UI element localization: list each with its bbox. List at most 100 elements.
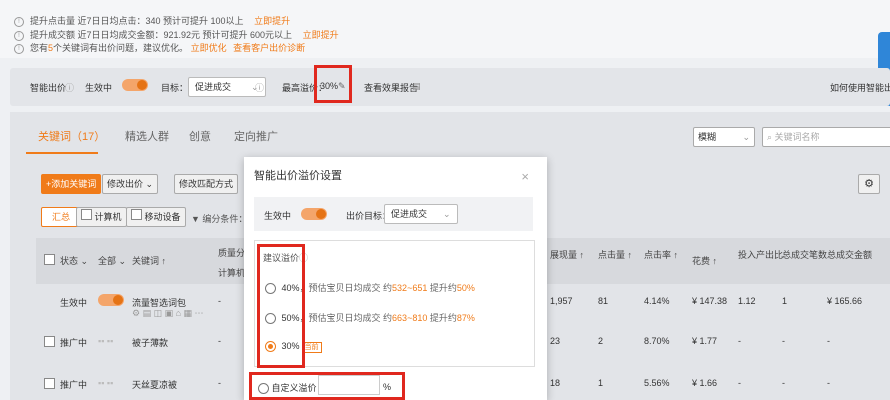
bid-diagnosis-link[interactable]: 查看客户出价诊断 — [233, 43, 305, 53]
row-roi: - — [738, 336, 741, 346]
effect-report-link[interactable]: 查看效果报告 — [364, 81, 418, 94]
modal-status-panel: 生效中 出价目标： 促进成交 ⌄ — [254, 197, 533, 231]
option-range: 663~810 — [392, 313, 428, 323]
highlight-box — [314, 65, 352, 103]
row-toggle[interactable] — [98, 294, 124, 306]
row-checkbox[interactable] — [44, 378, 55, 391]
select-all-checkbox[interactable] — [44, 254, 55, 267]
option-lift: 50% — [456, 283, 475, 293]
keyword-search-input[interactable]: ⌕ 关键词名称 — [762, 127, 890, 147]
help-icon[interactable]: ⓘ — [255, 81, 264, 94]
add-keyword-button[interactable]: +添加关键词 — [41, 174, 102, 194]
tab-targeting[interactable]: 定向推广 — [234, 128, 278, 144]
col-quality-sub: 计算机 — [218, 268, 246, 278]
col-total-deals[interactable]: 总成交笔数 — [782, 248, 827, 261]
checkbox[interactable] — [44, 378, 55, 389]
smart-bid-toggle[interactable] — [122, 79, 148, 91]
mobile-label: 移动设备 — [144, 212, 181, 222]
match-select[interactable]: 模糊 ⌄ — [693, 127, 755, 147]
tab-mobile[interactable]: 移动设备 — [126, 207, 186, 227]
row-cost: ¥ 1.66 — [692, 378, 718, 388]
col-total-amount[interactable]: 总成交金额 — [827, 248, 872, 261]
optimize-link[interactable]: 立即优化 — [191, 43, 227, 53]
row-status: 推广中 — [60, 380, 88, 390]
row-checkbox[interactable] — [44, 336, 55, 349]
smart-bid-bar: 智能出价 ⓘ 生效中 目标： 促进成交 ⌄ ⓘ 最高溢价： 30% ✎ 查看效果报… — [10, 68, 890, 106]
modal-goal-select[interactable]: 促进成交 ⌄ — [384, 204, 458, 224]
modify-bid-button[interactable]: 修改出价 ⌄ — [102, 174, 159, 194]
search-placeholder: 关键词名称 — [774, 132, 820, 142]
row-keyword[interactable]: 天丝夏凉被 — [132, 378, 177, 391]
modal-status-label: 生效中 — [264, 211, 292, 221]
boost-clicks-link[interactable]: 立即提升 — [254, 16, 290, 26]
row-cost: ¥ 147.38 — [692, 296, 728, 306]
checkbox[interactable] — [81, 209, 92, 220]
row-quality: - — [218, 378, 221, 388]
tab-keywords[interactable]: 关键词（17） — [38, 128, 105, 144]
help-link[interactable]: 如何使用智能出 — [830, 81, 890, 94]
help-icon[interactable]: ⓘ — [65, 81, 74, 94]
checkbox[interactable] — [131, 209, 142, 220]
highlight-box — [257, 244, 305, 368]
highlight-box — [249, 372, 405, 400]
option-desc: 提升约 — [427, 283, 457, 293]
row-impressions: 1,957 — [550, 296, 573, 306]
col-status[interactable]: 状态 ⌄ — [60, 254, 88, 267]
close-icon[interactable]: × — [521, 169, 529, 184]
row-clicks: 81 — [598, 296, 609, 306]
col-status-label: 状态 — [60, 256, 79, 266]
checkbox[interactable] — [44, 254, 55, 265]
col-cost[interactable]: 花费 ↑ — [692, 254, 717, 267]
chevron-down-icon: ⌄ — [145, 179, 154, 189]
row-impressions: 18 — [550, 378, 561, 388]
tab-audience[interactable]: 精选人群 — [125, 128, 169, 144]
modal-toggle[interactable] — [301, 208, 327, 220]
gear-icon[interactable]: ⚙ — [858, 174, 880, 194]
row-placeholder-icons: ▪▪ ▪▪ — [98, 378, 114, 388]
tab-computer[interactable]: 计算机 — [76, 207, 127, 227]
row-deals: - — [782, 336, 785, 346]
goal-select[interactable]: 促进成交 ⌄ — [188, 77, 266, 97]
notice-text: 您有 — [30, 43, 49, 53]
row-keyword[interactable]: 被子薄款 — [132, 336, 168, 349]
modify-bid-label: 修改出价 — [107, 179, 144, 189]
goal-label: 目标： — [161, 83, 189, 93]
chevron-down-icon: ⌄ — [443, 209, 451, 219]
notice-row-bid-issues: ! 您有5个关键词有出价问题，建议优化。 立即优化 查看客户出价诊断 — [14, 41, 305, 55]
notice-row-clicks: ! 提升点击量 近7日日均点击：340 预计可提升 100以上 立即提升 — [14, 14, 290, 28]
checkbox[interactable] — [44, 336, 55, 347]
option-range: 532~651 — [392, 283, 428, 293]
col-all[interactable]: 全部 ⌄ — [98, 254, 126, 267]
report-icon: ▤ — [412, 81, 421, 91]
row-amount: - — [827, 378, 830, 388]
row-status: 生效中 — [60, 298, 88, 308]
info-icon: ! — [14, 16, 24, 27]
info-icon: ! — [14, 30, 24, 41]
row-placeholder-icons: ▪▪ ▪▪ — [98, 336, 114, 346]
col-clicks[interactable]: 点击量 ↑ — [598, 248, 632, 261]
active-tab-indicator — [26, 152, 98, 154]
row-status: 推广中 — [60, 338, 88, 348]
col-roi[interactable]: 投入产出比 — [738, 248, 783, 261]
row-action-icons[interactable]: ⚙ ▤ ◫ ▣ ⌂ ▦ ⋯ — [132, 308, 204, 319]
row-quality: - — [218, 296, 221, 306]
row-ctr: 4.14% — [644, 296, 670, 306]
col-ctr[interactable]: 点击率 ↑ — [644, 248, 678, 261]
tab-summary[interactable]: 汇总 — [41, 207, 81, 227]
row-roi: 1.12 — [738, 296, 756, 306]
row-clicks: 1 — [598, 378, 604, 388]
boost-sales-link[interactable]: 立即提升 — [303, 30, 339, 40]
match-value: 模糊 — [698, 132, 717, 142]
row-clicks: 2 — [598, 336, 604, 346]
option-desc: ，预估宝贝日均成交 约 — [299, 313, 393, 323]
chevron-down-icon: ⌄ — [742, 132, 750, 142]
modify-match-button[interactable]: 修改匹配方式 — [174, 174, 239, 194]
row-amount: ¥ 165.66 — [827, 296, 863, 306]
notice-panel: ! 提升点击量 近7日日均点击：340 预计可提升 100以上 立即提升 ! 提升成… — [0, 0, 890, 58]
tab-creative[interactable]: 创意 — [189, 128, 211, 144]
col-all-label: 全部 — [98, 256, 117, 266]
col-keyword[interactable]: 关键词 ↑ — [132, 254, 166, 267]
col-impressions[interactable]: 展现量 ↑ — [550, 248, 584, 261]
filter-label: ▼ 编分条件： — [191, 214, 248, 224]
info-icon: ! — [14, 43, 24, 54]
